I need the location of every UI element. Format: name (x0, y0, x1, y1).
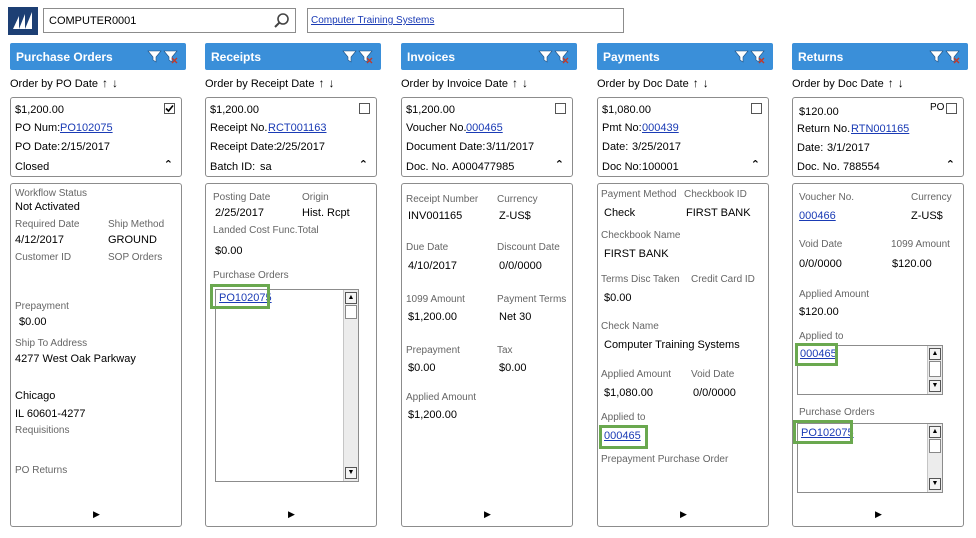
order-by-control[interactable]: Order by Receipt Date ↑ ↓ (205, 76, 334, 90)
receipt-number-link[interactable]: RCT001163 (268, 122, 327, 134)
next-page-icon[interactable]: ▶ (93, 509, 100, 520)
filter-icon[interactable] (929, 49, 944, 64)
sort-desc-icon[interactable]: ↓ (898, 76, 904, 90)
collapse-icon[interactable]: ⌃ (555, 158, 564, 171)
select-checkbox[interactable] (751, 103, 762, 114)
sort-desc-icon[interactable]: ↓ (328, 76, 334, 90)
clear-filter-icon[interactable] (163, 49, 178, 64)
receipt-detail-panel: Posting Date Origin 2/25/2017 Hist. Rcpt… (205, 183, 377, 527)
receipts-column: Receipts Order by Receipt Date ↑ ↓ $1,200.… (205, 43, 382, 527)
voucher-link[interactable]: 000466 (799, 210, 836, 222)
next-page-icon[interactable]: ▶ (288, 509, 295, 520)
scrollbar[interactable]: ▲ ▼ (927, 346, 942, 394)
sort-asc-icon[interactable]: ↑ (888, 76, 894, 90)
sort-asc-icon[interactable]: ↑ (693, 76, 699, 90)
highlight-box (210, 284, 270, 309)
highlight-box (793, 420, 853, 444)
scroll-up-icon[interactable]: ▲ (345, 292, 357, 304)
sort-asc-icon[interactable]: ↑ (318, 76, 324, 90)
po-detail-panel: Workflow Status Not Activated Required D… (10, 183, 182, 527)
next-page-icon[interactable]: ▶ (680, 509, 687, 520)
returns-column: Returns Order by Doc Date ↑ ↓ $120.00 PO R… (792, 43, 969, 527)
payment-card[interactable]: $1,080.00 Pmt No: 000439 Date: 3/25/2017… (597, 97, 769, 177)
clear-filter-icon[interactable] (554, 49, 569, 64)
vendor-search-input[interactable]: COMPUTER0001 (43, 8, 296, 33)
scroll-up-icon[interactable]: ▲ (929, 348, 941, 360)
collapse-icon[interactable]: ⌃ (164, 158, 173, 171)
clear-filter-icon[interactable] (945, 49, 960, 64)
sort-desc-icon[interactable]: ↓ (522, 76, 528, 90)
column-header: Returns (792, 43, 968, 70)
next-page-icon[interactable]: ▶ (484, 509, 491, 520)
column-header: Invoices (401, 43, 577, 70)
collapse-icon[interactable]: ⌃ (359, 158, 368, 171)
payment-number-link[interactable]: 000439 (642, 122, 679, 134)
invoices-column: Invoices Order by Invoice Date ↑ ↓ $1,200.… (401, 43, 578, 527)
return-number-link[interactable]: RTN001165 (851, 123, 909, 135)
clear-filter-icon[interactable] (750, 49, 765, 64)
return-detail-panel: Voucher No. Currency 000466 Z-US$ Void D… (792, 183, 964, 527)
collapse-icon[interactable]: ⌃ (751, 158, 760, 171)
receipt-card[interactable]: $1,200.00 Receipt No. RCT001163 Receipt … (205, 97, 377, 177)
filter-icon[interactable] (342, 49, 357, 64)
select-checkbox[interactable] (359, 103, 370, 114)
sort-asc-icon[interactable]: ↑ (102, 76, 108, 90)
sort-asc-icon[interactable]: ↑ (512, 76, 518, 90)
highlight-box (795, 343, 838, 366)
order-by-control[interactable]: Order by Invoice Date ↑ ↓ (401, 76, 528, 90)
payments-column: Payments Order by Doc Date ↑ ↓ $1,080.00 P… (597, 43, 774, 527)
purchase-orders-list[interactable]: PO102075 ▲ ▼ (215, 289, 359, 482)
company-field: Computer Training Systems (307, 8, 624, 33)
invoice-detail-panel: Receipt Number Currency INV001165 Z-US$ … (401, 183, 573, 527)
scroll-down-icon[interactable]: ▼ (929, 478, 941, 490)
filter-icon[interactable] (734, 49, 749, 64)
scroll-down-icon[interactable]: ▼ (345, 467, 357, 479)
order-by-control[interactable]: Order by PO Date ↑ ↓ (10, 76, 118, 90)
app-logo (8, 7, 38, 35)
column-header: Payments (597, 43, 773, 70)
highlight-box (599, 425, 648, 449)
po-card[interactable]: $1,200.00 PO Num: PO102075 PO Date: 2/15… (10, 97, 182, 177)
scroll-up-icon[interactable]: ▲ (929, 426, 941, 438)
select-checkbox[interactable] (164, 103, 175, 114)
next-page-icon[interactable]: ▶ (875, 509, 882, 520)
status-text: Closed (15, 161, 50, 173)
column-header: Purchase Orders (10, 43, 186, 70)
company-link[interactable]: Computer Training Systems (311, 15, 434, 26)
order-by-control[interactable]: Order by Doc Date ↑ ↓ (597, 76, 709, 90)
voucher-number-link[interactable]: 000465 (466, 122, 503, 134)
po-number-link[interactable]: PO102075 (60, 122, 113, 134)
select-checkbox[interactable] (555, 103, 566, 114)
po-flag-label: PO (930, 102, 945, 113)
return-card[interactable]: $120.00 PO Return No. RTN001165 Date: 3/… (792, 97, 964, 177)
invoice-card[interactable]: $1,200.00 Voucher No. 000465 Document Da… (401, 97, 573, 177)
scrollbar[interactable]: ▲ ▼ (927, 424, 942, 492)
scrollbar[interactable]: ▲ ▼ (343, 290, 358, 481)
order-by-control[interactable]: Order by Doc Date ↑ ↓ (792, 76, 904, 90)
scroll-thumb[interactable] (929, 439, 941, 453)
purchase-orders-column: Purchase Orders Order by PO Date ↑ ↓ $1,20… (10, 43, 187, 527)
scroll-thumb[interactable] (929, 361, 941, 377)
scroll-down-icon[interactable]: ▼ (929, 380, 941, 392)
clear-filter-icon[interactable] (358, 49, 373, 64)
sort-desc-icon[interactable]: ↓ (112, 76, 118, 90)
collapse-icon[interactable]: ⌃ (946, 158, 955, 171)
filter-icon[interactable] (538, 49, 553, 64)
column-header: Receipts (205, 43, 381, 70)
search-icon[interactable] (273, 12, 291, 30)
payment-detail-panel: Payment Method Checkbook ID Check FIRST … (597, 183, 769, 527)
filter-icon[interactable] (147, 49, 162, 64)
scroll-thumb[interactable] (345, 305, 357, 319)
sort-desc-icon[interactable]: ↓ (703, 76, 709, 90)
select-checkbox[interactable] (946, 103, 957, 114)
